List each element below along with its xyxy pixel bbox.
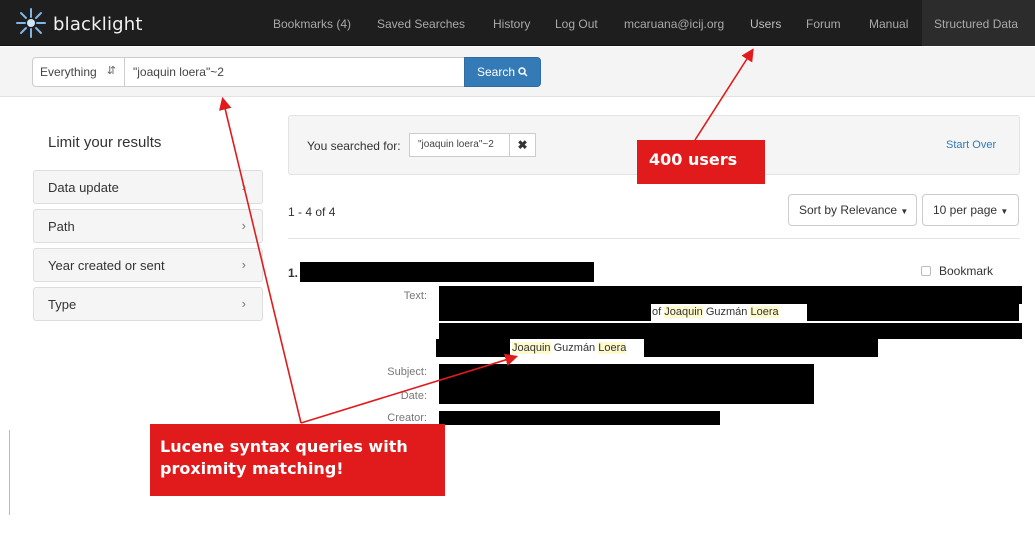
redacted-block xyxy=(644,339,878,357)
snippet-line-2: Joaquin Guzmán Loera xyxy=(512,342,627,354)
nav-history[interactable]: History xyxy=(493,17,530,31)
redacted-subject-date xyxy=(439,364,814,404)
lucene-callout-line1: Lucene syntax queries with xyxy=(160,437,408,456)
chevron-right-icon: › xyxy=(241,218,246,233)
redacted-title[interactable] xyxy=(300,262,594,282)
close-icon[interactable]: ✖ xyxy=(510,133,536,157)
constraint-value[interactable]: "joaquin loera"~2 xyxy=(409,133,510,157)
sidebar-title: Limit your results xyxy=(48,134,162,151)
redacted-block xyxy=(439,323,1022,339)
bookmark-toggle[interactable]: Bookmark xyxy=(921,264,993,278)
field-label-subject: Subject: xyxy=(387,366,427,378)
search-button-label: Search xyxy=(477,65,516,79)
checkbox-icon[interactable] xyxy=(921,266,931,276)
divider xyxy=(9,430,10,515)
brand-name: blacklight xyxy=(53,14,143,35)
divider xyxy=(288,238,1020,239)
per-page-dropdown[interactable]: 10 per page ▼ xyxy=(922,194,1019,226)
facet-label: Type xyxy=(48,297,77,312)
nav-account-email[interactable]: mcaruana@icij.org xyxy=(624,17,724,31)
blacklight-logo-icon xyxy=(14,6,48,43)
redacted-creator xyxy=(439,411,720,425)
chevron-right-icon: › xyxy=(241,296,246,311)
nav-manual[interactable]: Manual xyxy=(869,17,908,31)
sort-label: Sort by Relevance xyxy=(799,203,898,217)
redacted-block xyxy=(439,286,1022,304)
select-caret-icon: ⇵ xyxy=(106,65,116,77)
facet-path[interactable]: Path › xyxy=(33,209,263,243)
facet-data-update[interactable]: Data update › xyxy=(33,170,263,204)
chevron-right-icon: › xyxy=(241,179,246,194)
redacted-block xyxy=(436,339,510,357)
nav-bookmarks[interactable]: Bookmarks (4) xyxy=(273,17,351,31)
facet-label: Path xyxy=(48,219,75,234)
nav-log-out[interactable]: Log Out xyxy=(555,17,598,31)
start-over-link[interactable]: Start Over xyxy=(946,139,996,151)
constraints-label: You searched for: xyxy=(307,139,401,153)
search-button[interactable]: Search xyxy=(464,57,541,87)
result-number: 1. xyxy=(288,266,299,280)
dropdown-caret-icon: ▼ xyxy=(1000,207,1009,216)
results-count: 1 - 4 of 4 xyxy=(288,205,336,219)
nav-users[interactable]: Users xyxy=(750,17,781,31)
brand[interactable]: blacklight xyxy=(14,6,143,43)
top-navbar: blacklight Bookmarks (4) Saved Searches … xyxy=(0,0,1035,46)
search-field-select[interactable]: Everything ⇵ xyxy=(32,57,125,87)
search-icon xyxy=(518,65,528,79)
chevron-right-icon: › xyxy=(241,257,246,272)
bookmark-label: Bookmark xyxy=(939,264,994,278)
per-page-label: 10 per page xyxy=(933,203,998,217)
redacted-block xyxy=(807,304,1019,321)
facet-label: Data update xyxy=(48,180,119,195)
lucene-callout: Lucene syntax queries with proximity mat… xyxy=(150,424,445,496)
search-field-value: Everything xyxy=(40,65,97,79)
dropdown-caret-icon: ▼ xyxy=(900,207,909,216)
nav-forum[interactable]: Forum xyxy=(806,17,841,31)
search-bar: Everything ⇵ "joaquin loera"~2 Search xyxy=(0,47,1035,97)
nav-saved-searches[interactable]: Saved Searches xyxy=(377,17,465,31)
lucene-callout-line2: proximity matching! xyxy=(160,459,344,478)
field-label-creator: Creator: xyxy=(387,412,427,424)
sort-dropdown[interactable]: Sort by Relevance ▼ xyxy=(788,194,917,226)
snippet-line-1: of Joaquin Guzmán Loera xyxy=(652,306,779,318)
nav-structured-data[interactable]: Structured Data xyxy=(922,0,1035,46)
search-input[interactable]: "joaquin loera"~2 xyxy=(125,57,465,87)
facet-type[interactable]: Type › xyxy=(33,287,263,321)
users-callout: 400 users xyxy=(637,140,765,184)
redacted-block xyxy=(439,304,651,321)
facet-label: Year created or sent xyxy=(48,258,165,273)
field-label-text: Text: xyxy=(403,290,427,302)
facet-year[interactable]: Year created or sent › xyxy=(33,248,263,282)
field-label-date: Date: xyxy=(400,390,427,402)
